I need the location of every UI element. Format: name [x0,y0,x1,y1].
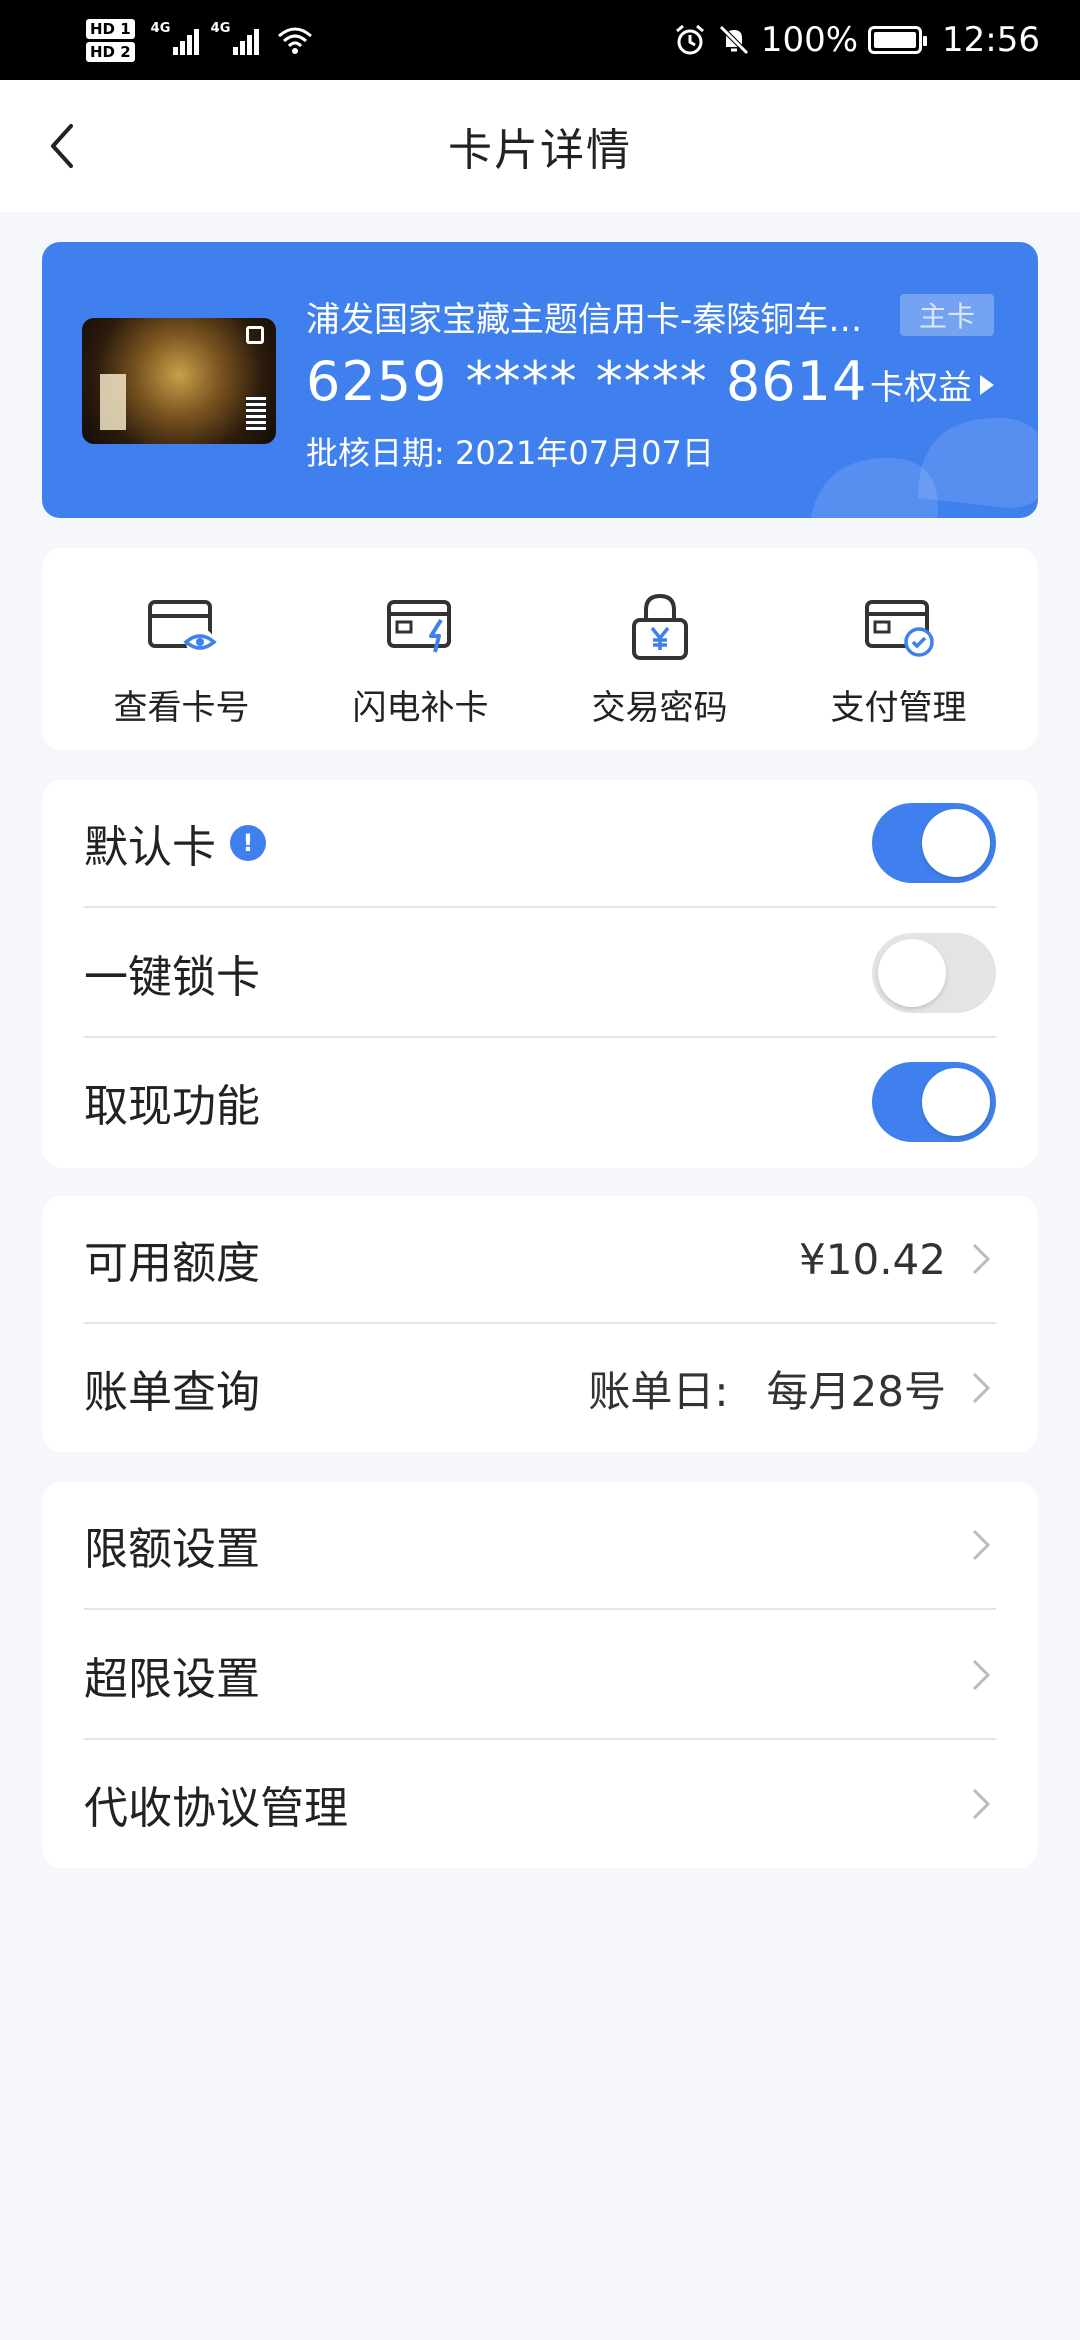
cash-withdrawal-label: 取现功能 [84,1081,260,1132]
default-card-text: 默认卡 [84,822,216,873]
status-left: HD 1 HD 2 4G 4G [86,18,313,62]
card-banner[interactable]: 浦发国家宝藏主题信用卡-秦陵铜车马主题卡 6259 **** **** 8614… [42,242,1038,518]
card-image [82,318,276,444]
lock-card-toggle[interactable] [872,933,996,1013]
quick-actions: 查看卡号 闪电补卡 交易密码 支付管理 [42,548,1038,750]
cash-withdrawal-toggle[interactable] [872,1062,996,1142]
express-replacement-button[interactable]: 闪电补卡 [306,548,536,750]
default-card-row: 默认卡 ! [84,780,996,908]
page-title: 卡片详情 [448,125,632,176]
bill-query-row[interactable]: 账单查询 账单日: 每月28号 [84,1324,996,1452]
card-settings: 默认卡 ! 一键锁卡 取现功能 [42,780,1038,1168]
collection-agreement-label: 代收协议管理 [84,1783,348,1834]
wifi-icon [277,27,312,54]
available-limit-value: ¥10.42 [799,1234,946,1284]
over-limit-settings-label: 超限设置 [84,1654,260,1705]
account-info: 可用额度 ¥10.42 账单查询 账单日: 每月28号 [42,1196,1038,1452]
action-label: 查看卡号 [113,688,250,728]
status-bar: HD 1 HD 2 4G 4G 100% 12:56 [0,0,1080,80]
status-right: 100% 12:56 [673,20,1040,60]
view-card-number-button[interactable]: 查看卡号 [67,548,297,750]
main-card-badge: 主卡 [900,294,994,336]
back-button[interactable] [34,118,90,174]
action-label: 闪电补卡 [352,688,489,728]
triangle-right-icon [980,374,994,395]
chevron-right-icon [972,1788,991,1820]
payment-management-button[interactable]: 支付管理 [784,548,1014,750]
bill-day-prefix: 账单日: [588,1366,729,1416]
card-number: 6259 **** **** 8614 [306,350,868,413]
chevron-right-icon [972,1529,991,1561]
alarm-icon [675,24,704,55]
signal-icon: 4G [211,21,259,55]
card-lightning-icon [386,600,451,653]
lock-yen-icon [631,593,688,660]
limit-settings-row[interactable]: 限额设置 [84,1482,996,1610]
card-name: 浦发国家宝藏主题信用卡-秦陵铜车马主题卡 [306,300,866,340]
lock-card-row: 一键锁卡 [84,910,996,1038]
info-icon[interactable]: ! [230,825,266,861]
network-type-label: 4G [210,21,231,36]
clock: 12:56 [942,20,1040,60]
bill-day-value: 每月28号 [766,1366,946,1416]
available-limit-label: 可用额度 [84,1238,260,1289]
limit-settings-label: 限额设置 [84,1524,260,1575]
default-card-toggle[interactable] [872,803,996,883]
battery-percent: 100% [760,20,859,60]
chevron-left-icon [51,124,73,168]
card-eye-icon [147,600,217,656]
card-benefits-link[interactable]: 卡权益 [870,360,994,409]
collection-agreement-row[interactable]: 代收协议管理 [84,1740,996,1868]
card-check-icon [864,600,934,657]
cash-withdrawal-row: 取现功能 [84,1038,996,1166]
sim-indicators: HD 1 HD 2 [86,18,135,62]
action-label: 支付管理 [830,688,967,728]
signal-icon: 4G [151,21,199,55]
battery-icon [868,26,928,54]
chevron-right-icon [972,1659,991,1691]
bill-query-label: 账单查询 [84,1367,260,1418]
sim2-indicator: HD 2 [86,41,135,62]
available-limit-row[interactable]: 可用额度 ¥10.42 [84,1196,996,1324]
transaction-password-button[interactable]: 交易密码 [545,548,775,750]
card-benefits-label: 卡权益 [870,368,972,408]
sim1-indicator: HD 1 [86,18,135,39]
chevron-right-icon [972,1243,991,1275]
mute-icon [719,25,749,55]
action-label: 交易密码 [591,688,728,728]
limit-settings: 限额设置 超限设置 代收协议管理 [42,1482,1038,1868]
network-type-label: 4G [150,21,171,36]
over-limit-settings-row[interactable]: 超限设置 [84,1612,996,1740]
lock-card-label: 一键锁卡 [84,952,260,1003]
chevron-right-icon [972,1372,991,1404]
approval-date: 批核日期: 2021年07月07日 [306,434,714,472]
default-card-label: 默认卡 ! [84,811,266,875]
nav-bar: 卡片详情 [0,80,1080,212]
